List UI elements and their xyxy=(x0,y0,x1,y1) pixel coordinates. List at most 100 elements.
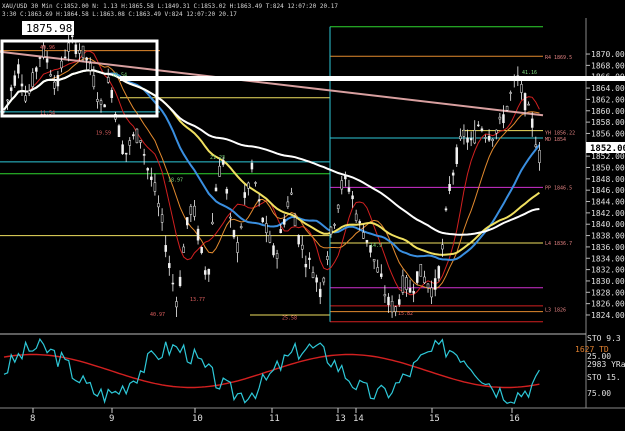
white-marker-bar xyxy=(120,76,625,81)
bar-annotation: 21.23 xyxy=(210,155,225,161)
candle-body xyxy=(31,72,34,87)
candle-body xyxy=(426,283,430,288)
x-tick-label: 9 xyxy=(109,414,114,424)
candle-body xyxy=(175,301,178,308)
y-tick-label: 1864.00 xyxy=(591,84,625,93)
candle-body xyxy=(491,138,494,142)
candle-body xyxy=(250,162,254,170)
candle-body xyxy=(132,134,135,137)
candle-body xyxy=(265,223,268,234)
y-tick-label: 1832.00 xyxy=(591,266,625,275)
level-label: L3 1826 xyxy=(545,307,566,313)
candle-body xyxy=(164,245,167,252)
bar-annotation: 14.9 xyxy=(370,243,382,249)
candle-body xyxy=(538,150,541,163)
bar-annotation: 18.97 xyxy=(168,178,183,184)
candle-body xyxy=(99,100,103,105)
candle-body xyxy=(473,130,476,144)
candle-body xyxy=(354,213,358,221)
candle-body xyxy=(182,246,185,253)
y-tick-label: 1850.00 xyxy=(591,163,625,172)
candle-body xyxy=(229,216,232,219)
candle-body xyxy=(401,275,405,293)
candle-body xyxy=(329,226,333,235)
candle-body xyxy=(128,140,132,146)
candle-body xyxy=(523,93,527,111)
candle-body xyxy=(480,128,484,131)
x-tick-label: 13 xyxy=(335,414,346,424)
candle-body xyxy=(451,172,455,176)
candle-body xyxy=(186,217,189,226)
candle-body xyxy=(150,176,153,180)
candle-body xyxy=(394,306,397,312)
candle-body xyxy=(45,58,49,63)
candle-body xyxy=(53,81,56,89)
candle-body xyxy=(304,263,308,268)
candle-body xyxy=(362,232,365,239)
candle-body xyxy=(448,184,451,191)
candle-body xyxy=(27,90,31,94)
x-tick-label: 8 xyxy=(30,414,35,424)
candle-body xyxy=(336,204,340,209)
x-tick-label: 11 xyxy=(269,414,280,424)
candle-body xyxy=(527,103,530,106)
oscillator-label: 75.00 xyxy=(587,389,611,398)
level-label: L4 1836.7 xyxy=(545,241,572,247)
candle-body xyxy=(326,255,329,260)
candle-body xyxy=(387,296,390,306)
candle-body xyxy=(318,288,322,298)
candle-body xyxy=(157,203,160,208)
candle-body xyxy=(142,154,146,156)
candle-body xyxy=(275,253,279,259)
candle-body xyxy=(196,228,200,241)
candle-body xyxy=(35,67,38,72)
price-chart[interactable]: XAU/USD 30 Min C:1852.00 N: 1.13 H:1865.… xyxy=(0,0,625,427)
candle-body xyxy=(110,89,114,99)
bar-annotation: 25.58 xyxy=(282,316,297,322)
candle-body xyxy=(290,192,293,195)
y-tick-label: 1844.00 xyxy=(591,198,625,207)
candle-body xyxy=(469,138,473,141)
candle-body xyxy=(207,268,211,275)
candle-body xyxy=(437,266,441,279)
candle-body xyxy=(405,277,408,290)
candle-body xyxy=(459,135,462,140)
candle-body xyxy=(178,276,182,287)
candle-body xyxy=(254,182,257,184)
candle-body xyxy=(261,217,264,223)
candle-body xyxy=(74,44,78,55)
y-tick-label: 1824.00 xyxy=(591,311,625,320)
oscillator-label: 2983 YRange xyxy=(587,360,625,369)
level-label: MD 1854 xyxy=(545,137,566,143)
candle-body xyxy=(211,221,214,225)
candle-body xyxy=(135,128,139,143)
candle-body xyxy=(315,277,318,283)
candle-body xyxy=(49,74,52,77)
box-label: 1875.98 xyxy=(26,22,72,35)
candle-body xyxy=(297,234,300,245)
y-tick-label: 1868.00 xyxy=(591,61,625,70)
candle-body xyxy=(218,165,221,177)
level-label: YH 1856.22 xyxy=(545,130,575,136)
bar-annotation: 15.82 xyxy=(398,311,413,317)
bar-annotation: 13.77 xyxy=(190,297,205,303)
candle-body xyxy=(96,99,99,102)
candle-body xyxy=(534,144,538,148)
candle-body xyxy=(153,182,157,192)
candle-body xyxy=(121,144,124,155)
candle-body xyxy=(520,84,523,93)
level-label: R4 1869.5 xyxy=(545,55,572,61)
candle-body xyxy=(203,270,207,275)
candle-body xyxy=(455,147,459,164)
candle-body xyxy=(283,218,286,225)
candle-body xyxy=(160,214,164,223)
candle-body xyxy=(117,125,121,137)
y-tick-label: 1830.00 xyxy=(591,277,625,286)
candle-body xyxy=(505,106,509,111)
x-tick-label: 10 xyxy=(192,414,203,424)
x-tick-label: 14 xyxy=(353,414,364,424)
y-tick-label: 1870.00 xyxy=(591,50,625,59)
candle-body xyxy=(189,206,193,215)
candle-body xyxy=(390,300,394,313)
candle-body xyxy=(358,221,361,224)
